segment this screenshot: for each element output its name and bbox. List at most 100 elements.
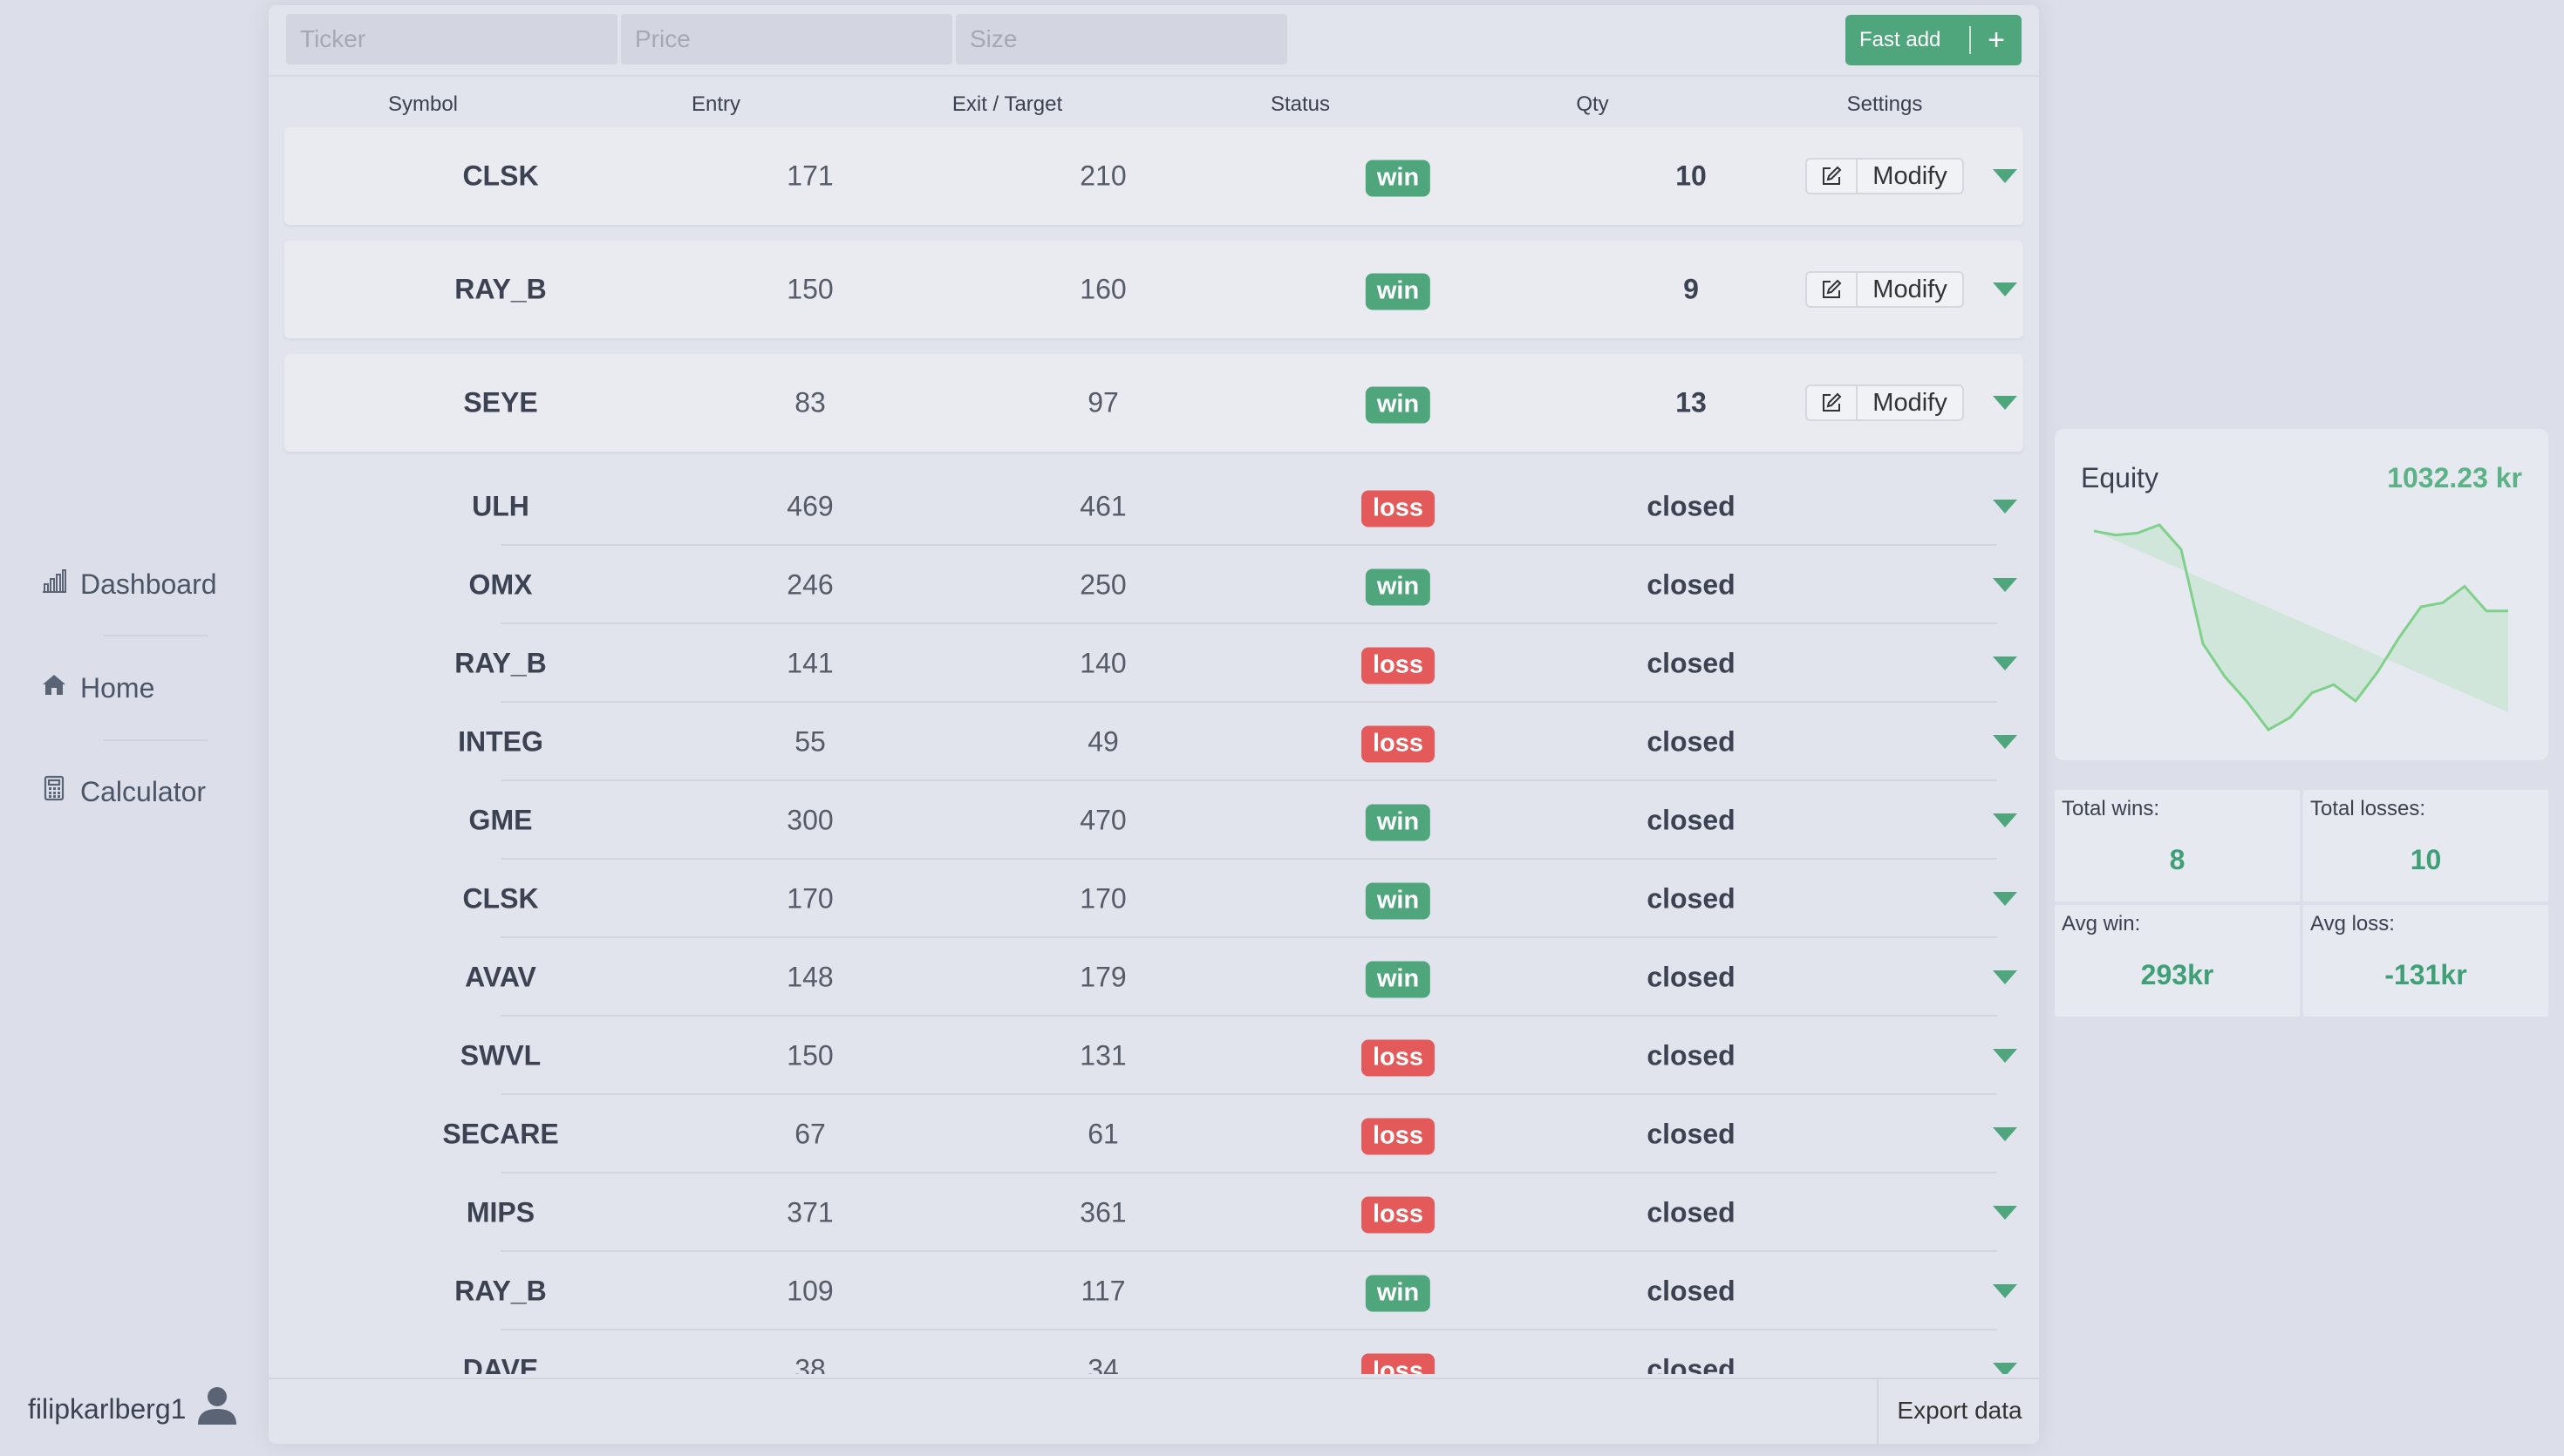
cell-exit: 170 xyxy=(1080,882,1127,915)
status-badge: loss xyxy=(1360,490,1435,527)
cell-symbol: SEYE xyxy=(463,386,538,418)
cell-qty: closed xyxy=(1647,961,1735,993)
expand-caret-icon[interactable] xyxy=(1992,1361,2018,1374)
loss-badge: loss xyxy=(1360,490,1435,527)
win-badge: win xyxy=(1365,160,1431,197)
sidebar: Dashboard Home Calculator filipkarlberg1 xyxy=(0,0,262,1456)
cell-exit: 97 xyxy=(1088,386,1119,418)
equity-card: Equity 1032.23 kr xyxy=(2055,429,2548,760)
status-badge: win xyxy=(1365,568,1431,606)
table-row[interactable]: RAY_B 109 117 win closed xyxy=(284,1252,2023,1330)
cell-exit: 160 xyxy=(1080,273,1127,305)
cell-entry: 171 xyxy=(787,160,834,192)
expand-caret-icon[interactable] xyxy=(1992,1204,2018,1221)
table-row[interactable]: DAVE 38 34 loss closed xyxy=(284,1330,2023,1374)
cell-qty: closed xyxy=(1647,647,1735,679)
table-row[interactable]: CLSK 171 210 win 10 Modify xyxy=(284,127,2023,225)
header-divider xyxy=(269,75,2039,77)
table-row[interactable]: SECARE 67 61 loss closed xyxy=(284,1095,2023,1174)
cell-exit: 210 xyxy=(1080,160,1127,192)
header-status: Status xyxy=(1270,92,1331,116)
price-input[interactable] xyxy=(621,14,952,65)
loss-badge: loss xyxy=(1360,725,1435,763)
table-row[interactable]: OMX 246 250 win closed xyxy=(284,546,2023,624)
edit-icon xyxy=(1807,160,1858,193)
cell-entry: 150 xyxy=(787,273,834,305)
cell-qty: closed xyxy=(1647,1039,1735,1072)
home-icon xyxy=(40,670,68,705)
ticker-input[interactable] xyxy=(286,14,617,65)
cell-exit: 61 xyxy=(1088,1118,1119,1150)
cell-entry: 371 xyxy=(787,1196,834,1228)
table-row[interactable]: RAY_B 150 160 win 9 Modify xyxy=(284,241,2023,338)
nav-item-home[interactable]: Home xyxy=(40,670,154,705)
table-row[interactable]: AVAV 148 179 win closed xyxy=(284,938,2023,1017)
expand-caret-icon[interactable] xyxy=(1992,655,2018,672)
user-profile[interactable]: filipkarlberg1 xyxy=(28,1383,240,1435)
expand-caret-icon[interactable] xyxy=(1992,890,2018,908)
stat-total-losses: Total losses: 10 xyxy=(2303,790,2548,901)
cell-exit: 49 xyxy=(1088,725,1119,758)
expand-caret-icon[interactable] xyxy=(1992,576,2018,594)
cell-qty: closed xyxy=(1647,725,1735,758)
cell-exit: 140 xyxy=(1080,647,1127,679)
table-row[interactable]: ULH 469 461 loss closed xyxy=(284,467,2023,546)
expand-caret-icon[interactable] xyxy=(1992,812,2018,829)
modify-label: Modify xyxy=(1872,388,1947,417)
status-badge: win xyxy=(1365,160,1431,197)
header-exit-target: Exit / Target xyxy=(951,92,1063,116)
expand-caret-icon[interactable] xyxy=(1992,167,2018,185)
status-badge: loss xyxy=(1360,1353,1435,1374)
cell-symbol: DAVE xyxy=(462,1353,539,1375)
stat-value: 10 xyxy=(2410,844,2442,875)
fast-add-button[interactable]: Fast add + xyxy=(1845,15,2022,65)
status-badge: loss xyxy=(1360,1196,1435,1234)
expand-caret-icon[interactable] xyxy=(1992,498,2018,515)
cell-entry: 67 xyxy=(794,1118,826,1150)
header-qty: Qty xyxy=(1576,92,1609,116)
win-badge: win xyxy=(1365,882,1431,920)
expand-caret-icon[interactable] xyxy=(1992,1126,2018,1143)
table-row[interactable]: SEYE 83 97 win 13 Modify xyxy=(284,354,2023,452)
status-badge: loss xyxy=(1360,647,1435,684)
nav-item-calculator[interactable]: Calculator xyxy=(40,774,206,809)
loss-badge: loss xyxy=(1360,1196,1435,1234)
stat-label: Avg loss: xyxy=(2310,912,2395,936)
table-row[interactable]: INTEG 55 49 loss closed xyxy=(284,703,2023,781)
expand-caret-icon[interactable] xyxy=(1992,1283,2018,1300)
cell-symbol: INTEG xyxy=(458,725,543,758)
plus-icon: + xyxy=(1988,24,2005,57)
table-row[interactable]: MIPS 371 361 loss closed xyxy=(284,1174,2023,1252)
size-input[interactable] xyxy=(956,14,1287,65)
cell-exit: 461 xyxy=(1080,490,1127,522)
username: filipkarlberg1 xyxy=(28,1392,187,1425)
cell-symbol: CLSK xyxy=(462,160,539,192)
modify-button[interactable]: Modify xyxy=(1805,158,1964,194)
table-row[interactable]: CLSK 170 170 win closed xyxy=(284,860,2023,938)
cell-entry: 150 xyxy=(787,1039,834,1072)
win-badge: win xyxy=(1365,386,1431,424)
expand-caret-icon[interactable] xyxy=(1992,1047,2018,1065)
modify-label: Modify xyxy=(1872,161,1947,190)
export-data-button[interactable]: Export data xyxy=(1877,1378,2039,1444)
table-row[interactable]: GME 300 470 win closed xyxy=(284,781,2023,860)
expand-caret-icon[interactable] xyxy=(1992,281,2018,298)
stat-label: Total losses: xyxy=(2310,797,2426,820)
stat-value: 8 xyxy=(2169,844,2186,875)
modify-button[interactable]: Modify xyxy=(1805,271,1964,308)
cell-symbol: SECARE xyxy=(442,1118,559,1150)
expand-caret-icon[interactable] xyxy=(1992,733,2018,751)
stat-total-wins: Total wins: 8 xyxy=(2055,790,2300,901)
cell-exit: 34 xyxy=(1088,1353,1119,1375)
cell-symbol: RAY_B xyxy=(454,273,547,305)
expand-caret-icon[interactable] xyxy=(1992,969,2018,986)
modify-button[interactable]: Modify xyxy=(1805,384,1964,421)
cell-qty: 13 xyxy=(1675,386,1707,418)
loss-badge: loss xyxy=(1360,647,1435,684)
cell-qty: closed xyxy=(1647,1196,1735,1228)
nav-item-dashboard[interactable]: Dashboard xyxy=(40,567,217,602)
modify-label: Modify xyxy=(1872,275,1947,303)
table-row[interactable]: RAY_B 141 140 loss closed xyxy=(284,624,2023,703)
table-row[interactable]: SWVL 150 131 loss closed xyxy=(284,1017,2023,1095)
expand-caret-icon[interactable] xyxy=(1992,394,2018,412)
